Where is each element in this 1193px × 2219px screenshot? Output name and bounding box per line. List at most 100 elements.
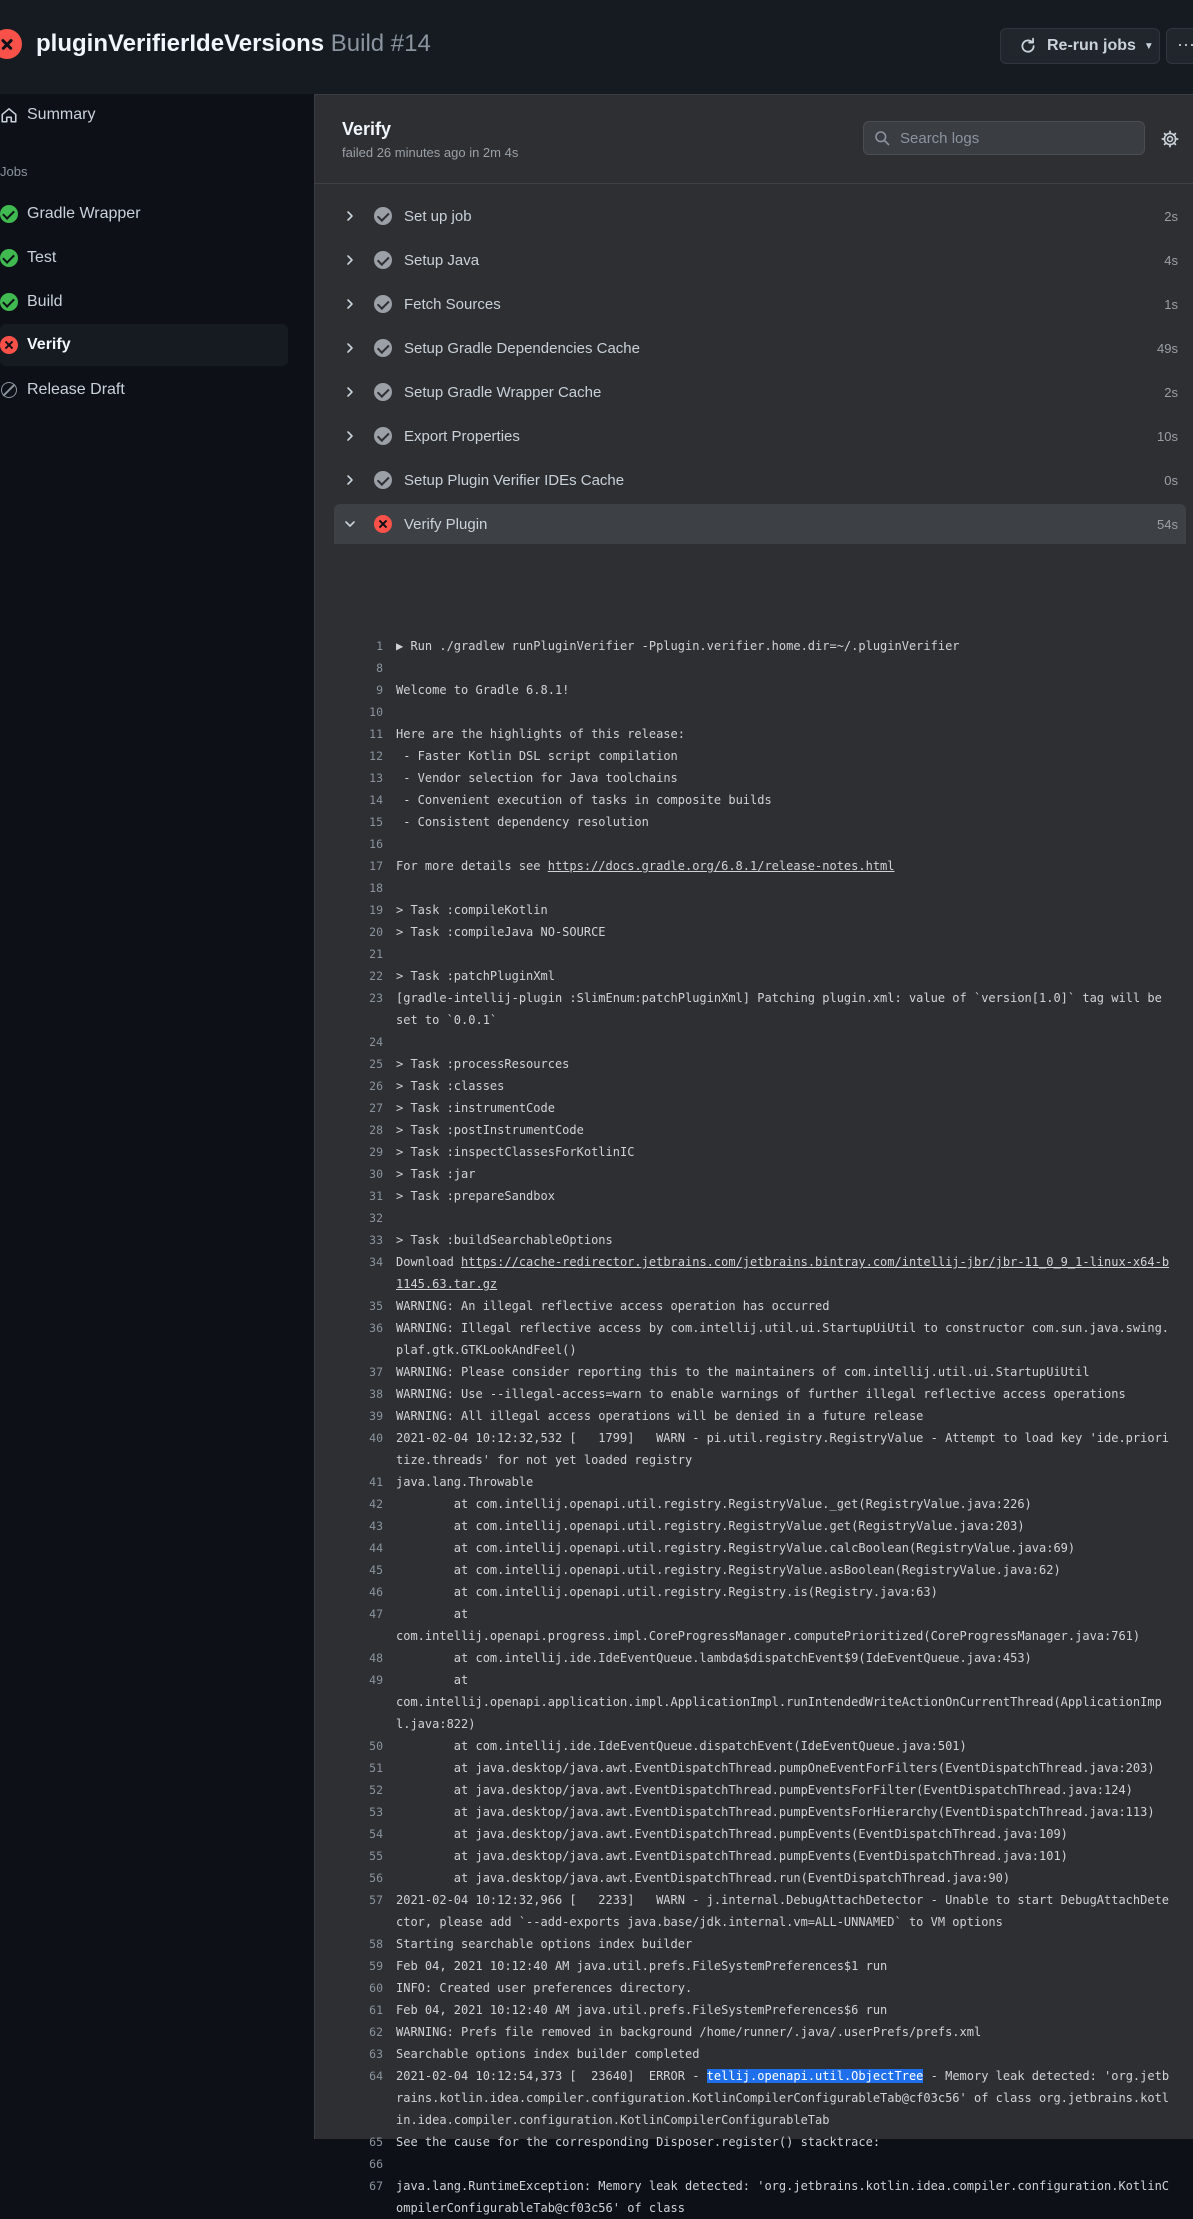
line-number[interactable]: 51	[334, 1757, 383, 1779]
line-number[interactable]: 48	[334, 1647, 383, 1669]
line-number[interactable]: 41	[334, 1471, 383, 1493]
line-number[interactable]: 22	[334, 965, 383, 987]
log-line: 53 at java.desktop/java.awt.EventDispatc…	[334, 1801, 1186, 1823]
line-number[interactable]: 16	[334, 833, 383, 855]
line-number[interactable]: 57	[334, 1889, 383, 1933]
line-number[interactable]: 29	[334, 1141, 383, 1163]
step-row[interactable]: Setup Plugin Verifier IDEs Cache 0s	[334, 460, 1186, 500]
sidebar-item-summary[interactable]: Summary	[0, 94, 288, 136]
line-number[interactable]: 42	[334, 1493, 383, 1515]
log-line: 8	[334, 657, 1186, 679]
line-number[interactable]: 9	[334, 679, 383, 701]
step-row[interactable]: Fetch Sources 1s	[334, 284, 1186, 324]
line-number[interactable]: 35	[334, 1295, 383, 1317]
step-row[interactable]: Setup Gradle Wrapper Cache 2s	[334, 372, 1186, 412]
log-text: at java.desktop/java.awt.EventDispatchTh…	[396, 1783, 1133, 1797]
log-link[interactable]: https://docs.gradle.org/6.8.1/release-no…	[548, 859, 895, 873]
line-number[interactable]: 38	[334, 1383, 383, 1405]
line-number[interactable]: 8	[334, 657, 383, 679]
line-number[interactable]: 32	[334, 1207, 383, 1229]
step-row[interactable]: Setup Gradle Dependencies Cache 49s	[334, 328, 1186, 368]
log-link[interactable]: https://cache-redirector.jetbrains.com/j…	[396, 1255, 1169, 1291]
line-number[interactable]: 56	[334, 1867, 383, 1889]
line-number[interactable]: 25	[334, 1053, 383, 1075]
line-text: > Task :jar	[396, 1163, 1174, 1185]
sidebar-item-label: Release Draft	[27, 381, 125, 398]
sidebar-item-verify[interactable]: Verify	[0, 324, 288, 366]
log-line: 20 > Task :compileJava NO-SOURCE	[334, 921, 1186, 943]
line-text: ▶ Run ./gradlew runPluginVerifier -Pplug…	[396, 635, 1174, 657]
step-row[interactable]: Setup Java 4s	[334, 240, 1186, 280]
line-text: at com.intellij.ide.IdeEventQueue.lambda…	[396, 1647, 1174, 1669]
line-number[interactable]: 53	[334, 1801, 383, 1823]
log-line: 60 INFO: Created user preferences directo…	[334, 1977, 1186, 1999]
line-number[interactable]: 34	[334, 1251, 383, 1295]
line-number[interactable]: 31	[334, 1185, 383, 1207]
line-text: > Task :postInstrumentCode	[396, 1119, 1174, 1141]
line-number[interactable]: 24	[334, 1031, 383, 1053]
more-options-button[interactable]: ···	[1166, 28, 1193, 64]
line-number[interactable]: 19	[334, 899, 383, 921]
build-number: Build #14	[330, 30, 431, 57]
line-number[interactable]: 47	[334, 1603, 383, 1647]
gear-icon[interactable]	[1161, 130, 1179, 148]
line-number[interactable]: 65	[334, 2131, 383, 2153]
line-number[interactable]: 52	[334, 1779, 383, 1801]
rerun-jobs-label: Re-run jobs	[1047, 37, 1136, 54]
search-logs-box[interactable]	[863, 121, 1145, 155]
line-number[interactable]: 11	[334, 723, 383, 745]
line-number[interactable]: 49	[334, 1669, 383, 1735]
sidebar-item-release-draft[interactable]: Release Draft	[0, 369, 288, 411]
line-text: at com.intellij.openapi.util.registry.Re…	[396, 1581, 1174, 1603]
line-number[interactable]: 46	[334, 1581, 383, 1603]
line-number[interactable]: 54	[334, 1823, 383, 1845]
line-number[interactable]: 45	[334, 1559, 383, 1581]
line-number[interactable]: 37	[334, 1361, 383, 1383]
line-number[interactable]: 50	[334, 1735, 383, 1757]
sidebar-item-build[interactable]: Build	[0, 281, 288, 323]
line-number[interactable]: 55	[334, 1845, 383, 1867]
step-row[interactable]: Export Properties 10s	[334, 416, 1186, 456]
step-row[interactable]: Verify Plugin 54s	[334, 504, 1186, 544]
line-number[interactable]: 21	[334, 943, 383, 965]
line-number[interactable]: 60	[334, 1977, 383, 1999]
line-number[interactable]: 43	[334, 1515, 383, 1537]
line-number[interactable]: 33	[334, 1229, 383, 1251]
line-number[interactable]: 27	[334, 1097, 383, 1119]
line-number[interactable]: 26	[334, 1075, 383, 1097]
log-line: 11 Here are the highlights of this releas…	[334, 723, 1186, 745]
line-number[interactable]: 40	[334, 1427, 383, 1471]
search-logs-input[interactable]	[898, 128, 1142, 148]
log-text: WARNING: Prefs file removed in backgroun…	[396, 2025, 982, 2039]
sidebar-item-label: Gradle Wrapper	[27, 205, 141, 222]
line-number[interactable]: 1	[334, 635, 383, 657]
line-number[interactable]: 30	[334, 1163, 383, 1185]
log-line: 30 > Task :jar	[334, 1163, 1186, 1185]
line-number[interactable]: 44	[334, 1537, 383, 1559]
line-number[interactable]: 59	[334, 1955, 383, 1977]
line-number[interactable]: 20	[334, 921, 383, 943]
log-text: WARNING: Illegal reflective access by co…	[396, 1321, 1170, 1357]
line-number[interactable]: 15	[334, 811, 383, 833]
sidebar-item-test[interactable]: Test	[0, 237, 288, 279]
line-number[interactable]: 28	[334, 1119, 383, 1141]
line-number[interactable]: 61	[334, 1999, 383, 2021]
line-number[interactable]: 12	[334, 745, 383, 767]
sidebar-item-gradle-wrapper[interactable]: Gradle Wrapper	[0, 193, 288, 235]
line-number[interactable]: 63	[334, 2043, 383, 2065]
line-number[interactable]: 17	[334, 855, 383, 877]
line-number[interactable]: 64	[334, 2065, 383, 2131]
line-number[interactable]: 67	[334, 2175, 383, 2219]
line-number[interactable]: 10	[334, 701, 383, 723]
line-number[interactable]: 58	[334, 1933, 383, 1955]
rerun-jobs-button[interactable]: Re-run jobs ▼	[1000, 28, 1160, 64]
line-number[interactable]: 13	[334, 767, 383, 789]
line-number[interactable]: 62	[334, 2021, 383, 2043]
line-number[interactable]: 66	[334, 2153, 383, 2175]
step-row[interactable]: Set up job 2s	[334, 196, 1186, 236]
line-number[interactable]: 23	[334, 987, 383, 1031]
line-number[interactable]: 36	[334, 1317, 383, 1361]
line-number[interactable]: 39	[334, 1405, 383, 1427]
line-number[interactable]: 14	[334, 789, 383, 811]
line-number[interactable]: 18	[334, 877, 383, 899]
